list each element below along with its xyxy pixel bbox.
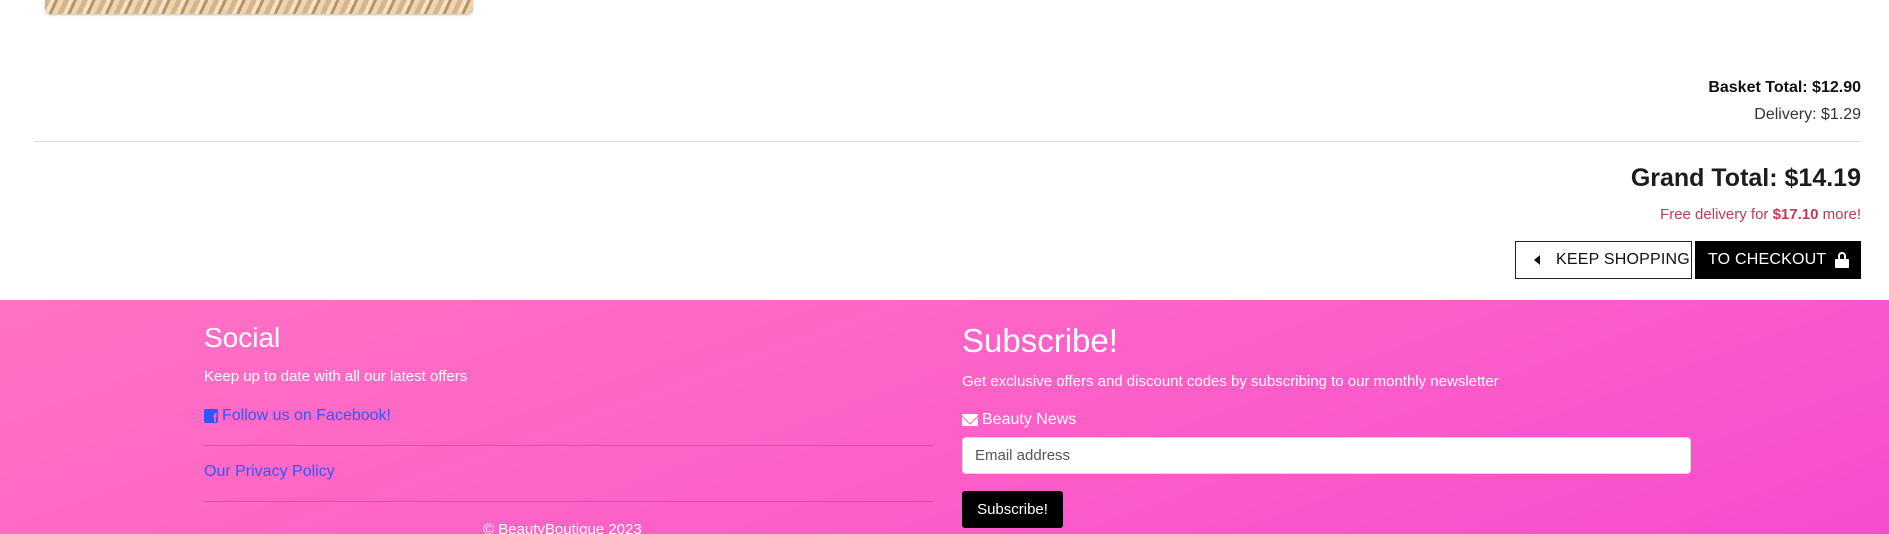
free-delivery-prefix: Free delivery for (1660, 206, 1773, 223)
footer-divider (204, 445, 933, 446)
product-image (45, 0, 473, 14)
subscribe-button[interactable]: Subscribe! (962, 491, 1063, 528)
subscribe-description: Get exclusive offers and discount codes … (962, 373, 1499, 390)
keep-shopping-button[interactable]: KEEP SHOPPING (1515, 241, 1692, 279)
newsletter-label-text: Beauty News (982, 411, 1077, 428)
grand-total: Grand Total: $14.19 (1630, 164, 1861, 192)
social-heading: Social (204, 322, 281, 353)
keep-shopping-label: KEEP SHOPPING (1556, 251, 1690, 268)
basket-total: Basket Total: $12.90 (1708, 79, 1861, 96)
checkout-label: TO CHECKOUT (1708, 251, 1827, 268)
email-input[interactable] (962, 437, 1691, 474)
free-delivery-suffix: more! (1818, 206, 1861, 223)
privacy-policy-link[interactable]: Our Privacy Policy (204, 463, 335, 481)
checkout-button[interactable]: TO CHECKOUT (1695, 241, 1861, 279)
delivery-cost: Delivery: $1.29 (1754, 106, 1861, 123)
copyright: © BeautyBoutique 2023 (483, 521, 642, 534)
subscribe-heading: Subscribe! (962, 322, 1118, 359)
social-description: Keep up to date with all our latest offe… (204, 368, 468, 385)
facebook-icon (204, 409, 218, 425)
facebook-link-label: Follow us on Facebook! (222, 407, 391, 424)
footer-divider (204, 501, 933, 502)
envelope-icon (962, 414, 978, 426)
free-delivery-notice: Free delivery for $17.10 more! (1660, 206, 1861, 223)
newsletter-label: Beauty News (962, 411, 1076, 429)
free-delivery-amount: $17.10 (1772, 206, 1819, 223)
totals-divider (34, 141, 1861, 142)
lock-icon (1835, 252, 1850, 268)
footer: Social Keep up to date with all our late… (0, 300, 1889, 534)
facebook-link[interactable]: Follow us on Facebook! (204, 407, 391, 425)
caret-left-icon (1534, 255, 1540, 265)
